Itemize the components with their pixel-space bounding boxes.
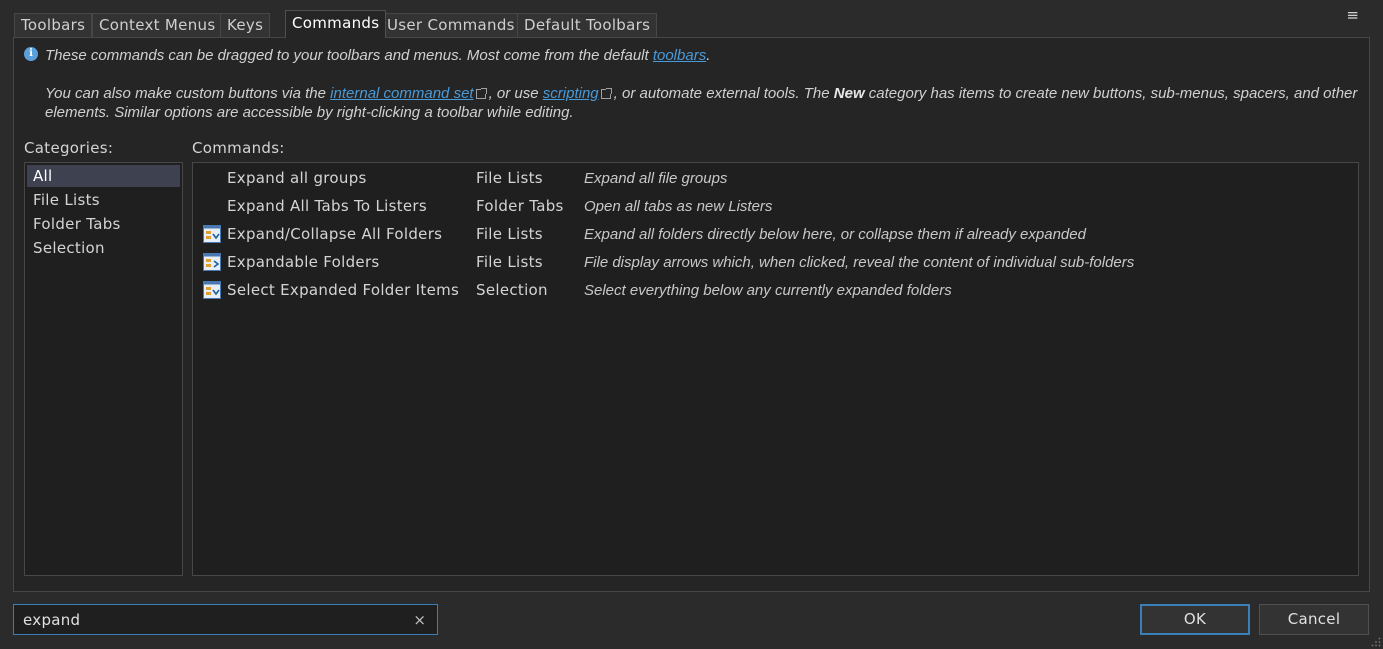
command-category: File Lists [476, 225, 543, 243]
command-description: Expand all file groups [584, 170, 728, 187]
tab-default-toolbars[interactable]: Default Toolbars [517, 13, 658, 37]
command-description: Expand all folders directly below here, … [584, 226, 1086, 243]
folder-tree-icon [203, 281, 221, 299]
new-category-name: New [833, 85, 865, 102]
commands-list[interactable]: Expand all groups File Lists Expand all … [192, 162, 1359, 576]
info-line1-text: These commands can be dragged to your to… [45, 47, 653, 64]
info-line1-end: . [706, 47, 711, 64]
tab-context-menus[interactable]: Context Menus [92, 13, 223, 37]
categories-label: Categories: [24, 139, 114, 157]
tab-user-commands[interactable]: User Commands [380, 13, 522, 37]
command-category: Folder Tabs [476, 197, 564, 215]
command-category: Selection [476, 281, 548, 299]
commands-label: Commands: [192, 139, 285, 157]
search-box: × [13, 604, 438, 635]
para-text-b: , or use [488, 85, 543, 102]
hamburger-menu-icon[interactable]: ≡ [1346, 8, 1359, 23]
command-category: File Lists [476, 253, 543, 271]
command-name: Select Expanded Folder Items [227, 281, 460, 299]
folder-tree-icon [203, 225, 221, 243]
para-text-a: You can also make custom buttons via the [45, 85, 331, 102]
categories-list[interactable]: All File Lists Folder Tabs Selection [24, 162, 183, 576]
command-category: File Lists [476, 169, 543, 187]
info-paragraph: You can also make custom buttons via the… [45, 84, 1360, 122]
cancel-button[interactable]: Cancel [1259, 604, 1369, 635]
clear-search-icon[interactable]: × [413, 611, 426, 629]
category-item-selection[interactable]: Selection [27, 237, 180, 259]
toolbars-link[interactable]: toolbars [653, 47, 706, 64]
tab-bar: Toolbars Context Menus Keys Commands Use… [14, 10, 1356, 38]
command-row[interactable]: Expand all groups File Lists Expand all … [193, 164, 1358, 192]
command-name: Expandable Folders [227, 253, 380, 271]
category-item-file-lists[interactable]: File Lists [27, 189, 180, 211]
resize-grip-icon[interactable] [1371, 637, 1381, 647]
ok-button[interactable]: OK [1140, 604, 1250, 635]
command-row[interactable]: Expand All Tabs To Listers Folder Tabs O… [193, 192, 1358, 220]
external-link-icon [600, 88, 612, 99]
command-row[interactable]: Select Expanded Folder Items Selection S… [193, 276, 1358, 304]
command-row[interactable]: Expand/Collapse All Folders File Lists E… [193, 220, 1358, 248]
command-description: File display arrows which, when clicked,… [584, 254, 1135, 271]
command-description: Select everything below any currently ex… [584, 282, 952, 299]
tab-commands[interactable]: Commands [285, 10, 387, 38]
command-name: Expand All Tabs To Listers [227, 197, 427, 215]
folder-tree-icon [203, 253, 221, 271]
internal-command-set-link[interactable]: internal command set [330, 85, 473, 102]
para-text-c: , or automate external tools. The [613, 85, 834, 102]
search-input[interactable] [14, 605, 404, 634]
category-item-all[interactable]: All [27, 165, 180, 187]
command-row[interactable]: Expandable Folders File Lists File displ… [193, 248, 1358, 276]
command-description: Open all tabs as new Listers [584, 198, 773, 215]
tab-keys[interactable]: Keys [220, 13, 271, 37]
command-name: Expand all groups [227, 169, 367, 187]
scripting-link[interactable]: scripting [543, 85, 599, 102]
info-icon: i [24, 47, 38, 61]
command-name: Expand/Collapse All Folders [227, 225, 443, 243]
external-link-icon [475, 88, 487, 99]
category-item-folder-tabs[interactable]: Folder Tabs [27, 213, 180, 235]
info-text: These commands can be dragged to your to… [45, 47, 710, 64]
tab-toolbars[interactable]: Toolbars [14, 13, 93, 37]
